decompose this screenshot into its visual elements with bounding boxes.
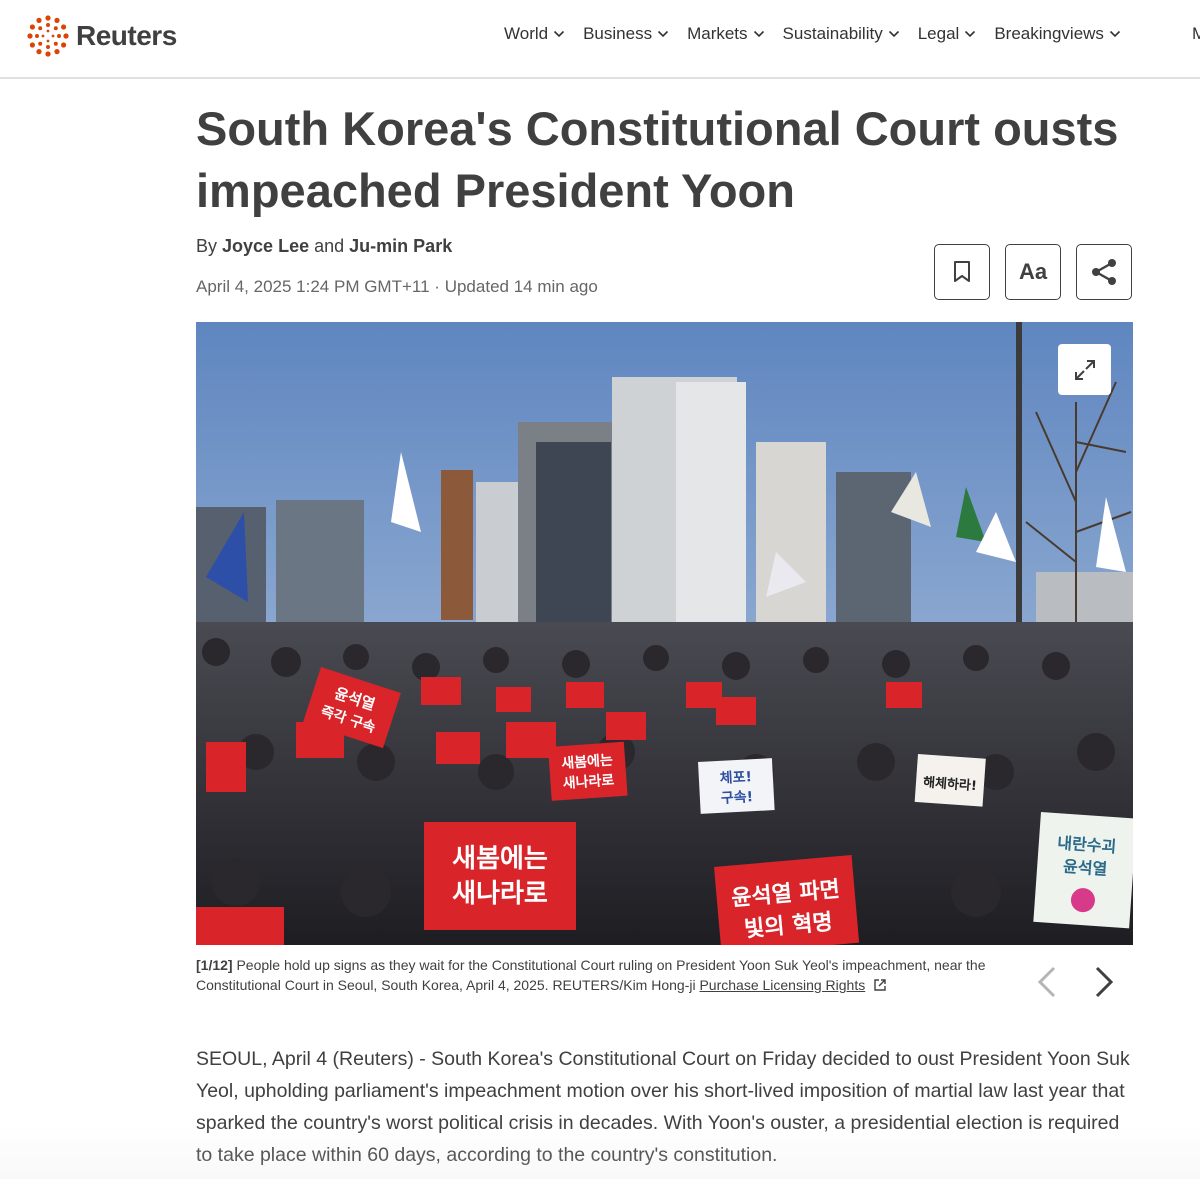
- expand-icon: [1074, 359, 1095, 380]
- byline-joiner: and: [314, 236, 345, 256]
- main-nav: World Business Markets Sustainability Le…: [504, 24, 1139, 44]
- reuters-logo-icon: [27, 15, 69, 57]
- share-button[interactable]: [1076, 244, 1132, 300]
- reuters-logo[interactable]: Reuters: [26, 14, 177, 58]
- nav-item-world[interactable]: World: [504, 24, 565, 44]
- chevron-down-icon: [965, 30, 976, 38]
- nav-item-label: Sustainability: [782, 24, 883, 43]
- nav-item-label: World: [504, 24, 549, 43]
- published-time: April 4, 2025 1:24 PM GMT+11: [196, 277, 430, 296]
- nav-item-legal[interactable]: Legal: [918, 24, 977, 44]
- bookmark-button[interactable]: [934, 244, 990, 300]
- byline: By Joyce Lee and Ju-min Park: [196, 236, 452, 257]
- chevron-down-icon: [554, 30, 565, 38]
- text-size-button[interactable]: Aa: [1005, 244, 1061, 300]
- chevron-right-icon: [1095, 966, 1114, 998]
- nav-item-label: Breakingviews: [994, 24, 1104, 43]
- chevron-down-icon: [753, 30, 764, 38]
- byline-prefix: By: [196, 236, 218, 256]
- bookmark-icon: [954, 261, 970, 282]
- nav-item-breakingviews[interactable]: Breakingviews: [994, 24, 1121, 44]
- protest-photo: 윤석열 즉각 구속 새봄에는 새나라로 체포! 구속! 해체하라! 새봄에는 새…: [196, 322, 1133, 945]
- logo-text: Reuters: [76, 20, 177, 51]
- sign-text: 구속!: [720, 789, 753, 807]
- text-size-label: Aa: [1018, 259, 1048, 284]
- article-paragraph: SEOUL, April 4 (Reuters) - South Korea's…: [196, 1048, 1130, 1166]
- chevron-down-icon: [1109, 30, 1121, 38]
- article-photo[interactable]: 윤석열 즉각 구속 새봄에는 새나라로 체포! 구속! 해체하라! 새봄에는 새…: [196, 322, 1133, 945]
- nav-item-label: Markets: [687, 24, 748, 43]
- sign-text: 체포!: [719, 769, 752, 787]
- nav-item-markets[interactable]: Markets: [687, 24, 764, 44]
- next-photo-button[interactable]: [1089, 962, 1119, 1002]
- expand-photo-button[interactable]: [1058, 344, 1111, 395]
- updated-time: Updated 14 min ago: [444, 277, 598, 296]
- article-headline: South Korea's Constitutional Court ousts…: [196, 102, 1119, 217]
- caption-text: People hold up signs as they wait for th…: [196, 957, 986, 993]
- external-link-icon: [874, 979, 886, 991]
- site-header: Reuters World Business Markets Sustainab…: [0, 0, 1200, 79]
- nav-item-sustainability[interactable]: Sustainability: [783, 24, 900, 44]
- separator: ·: [434, 277, 440, 296]
- sign-text: 새봄에는: [452, 844, 548, 874]
- photo-counter: [1/12]: [196, 957, 233, 973]
- chevron-down-icon: [658, 30, 669, 38]
- photo-caption: [1/12] People hold up signs as they wait…: [196, 955, 1016, 995]
- author-link[interactable]: Joyce Lee: [222, 236, 309, 256]
- author-link[interactable]: Ju-min Park: [349, 236, 452, 256]
- nav-item-label: Legal: [917, 24, 960, 43]
- licensing-link[interactable]: Purchase Licensing Rights: [699, 977, 865, 993]
- nav-item-label: Business: [583, 24, 653, 43]
- sign-text: 새나라로: [452, 879, 548, 909]
- previous-photo-button[interactable]: [1032, 962, 1062, 1002]
- share-icon: [1092, 259, 1116, 285]
- chevron-down-icon: [888, 30, 899, 38]
- chevron-left-icon: [1037, 966, 1056, 998]
- dateline: April 4, 2025 1:24 PM GMT+11 · Updated 1…: [196, 277, 598, 297]
- nav-item-overflow[interactable]: M: [1192, 24, 1200, 44]
- nav-item-business[interactable]: Business: [583, 24, 669, 44]
- sign-text: 윤석열: [1063, 857, 1108, 879]
